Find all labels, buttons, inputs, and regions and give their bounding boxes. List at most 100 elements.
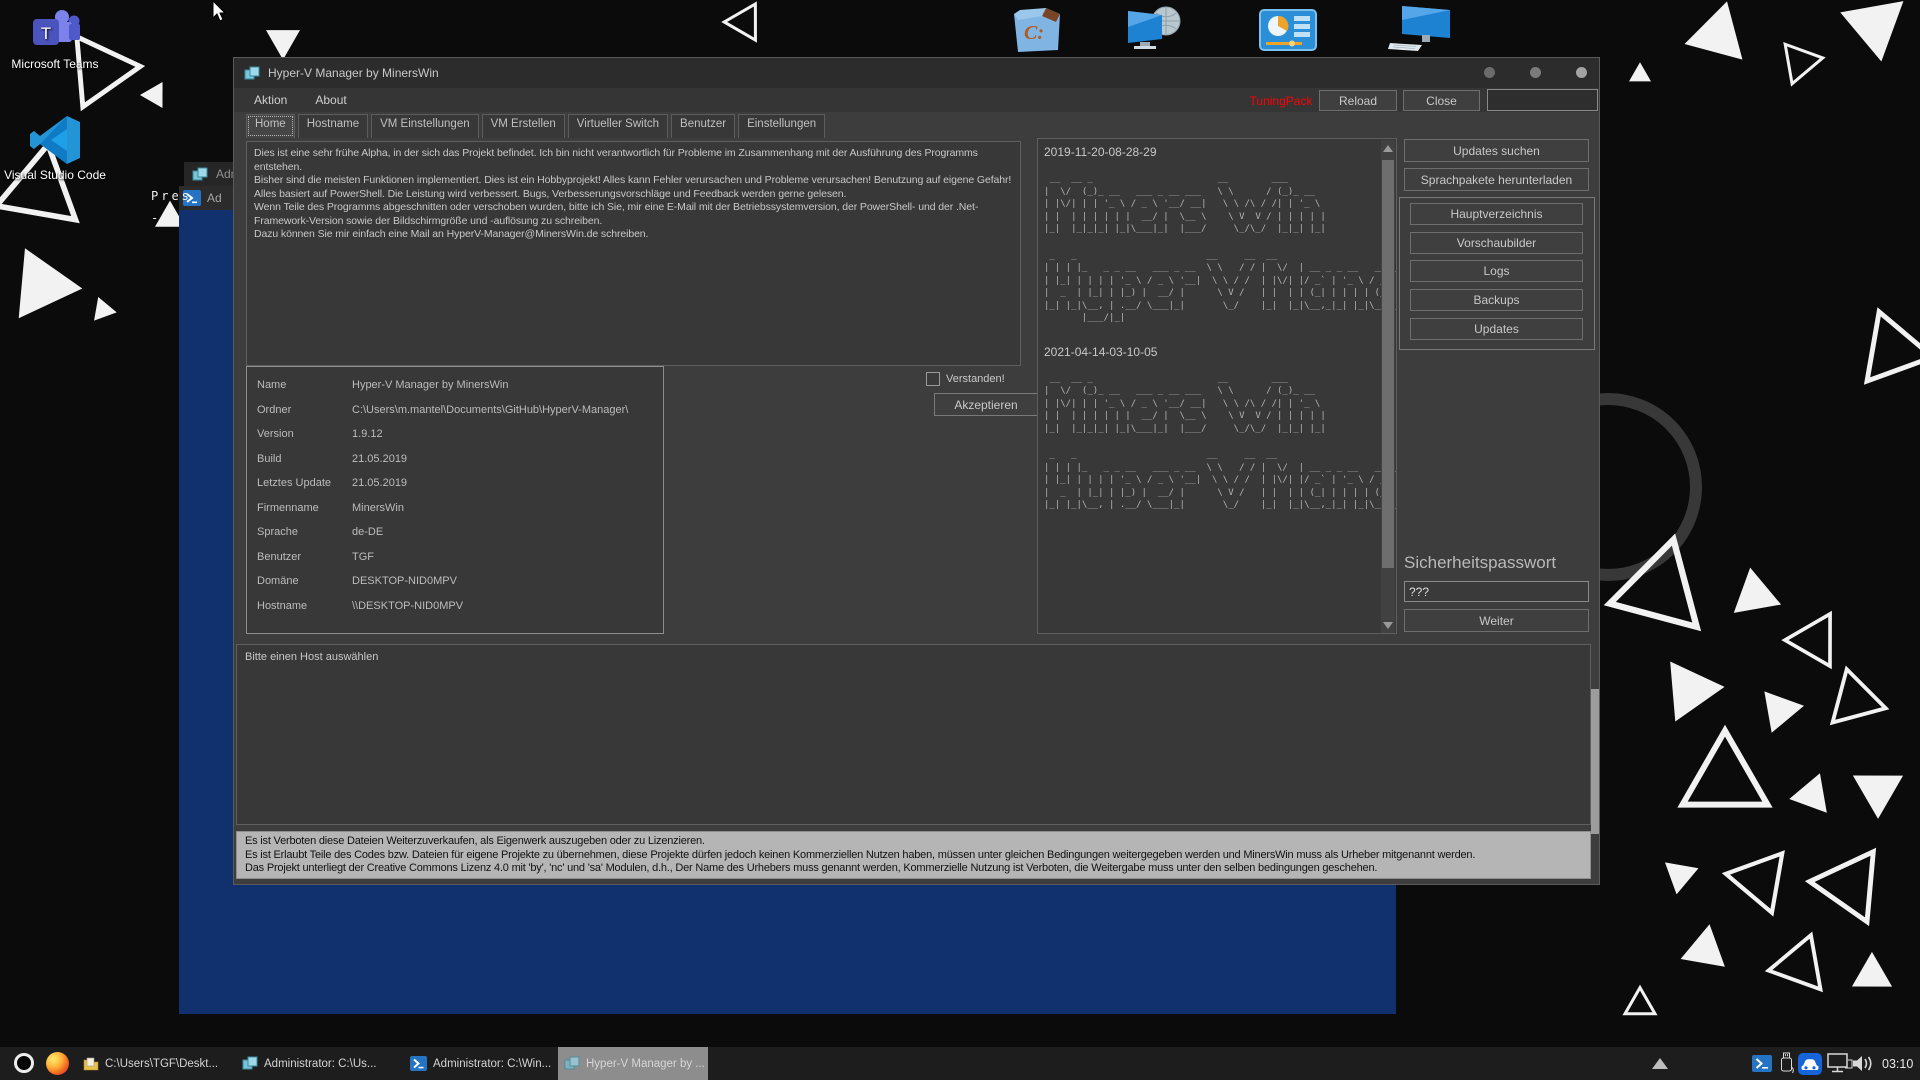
tray-volume-icon[interactable] bbox=[1851, 1047, 1875, 1080]
tab-virtueller-switch[interactable]: Virtueller Switch bbox=[568, 114, 668, 138]
scroll-up-icon[interactable] bbox=[1383, 145, 1393, 152]
console-text-fragment-2: - bbox=[151, 211, 158, 225]
license-text: Es ist Verboten diese Dateien Weiterzuve… bbox=[236, 831, 1591, 879]
taskbar-button-explorer[interactable]: C:\Users\TGF\Deskt... bbox=[77, 1047, 227, 1080]
changelog-timestamp: 2019-11-20-08-28-29 bbox=[1044, 145, 1374, 159]
chocolatey-icon: C: bbox=[1006, 4, 1068, 54]
row-label: Version bbox=[247, 428, 352, 440]
scrollbar-thumb[interactable] bbox=[1382, 160, 1394, 568]
window-dot-button-3[interactable] bbox=[1576, 67, 1587, 78]
table-row: NameHyper-V Manager by MinersWin bbox=[247, 373, 663, 398]
ascii-art-manager: _ _ __ __ __ | | | |_ _ _ __ ___ _ __ \ … bbox=[1044, 250, 1374, 325]
logs-button[interactable]: Logs bbox=[1410, 260, 1583, 282]
ascii-art-minerswin: __ __ _ __ ___ | \/ (_)_ __ ___ _ __ ___… bbox=[1044, 373, 1374, 436]
row-value: Hyper-V Manager by MinersWin bbox=[352, 379, 509, 391]
desktop-icon-this-pc[interactable] bbox=[1388, 4, 1454, 52]
sprachpakete-button[interactable]: Sprachpakete herunterladen bbox=[1404, 168, 1589, 191]
toolbar-textbox[interactable] bbox=[1487, 89, 1598, 111]
hyperv-icon bbox=[564, 1056, 580, 1071]
taskbar: C:\Users\TGF\Deskt... Administrator: C:\… bbox=[0, 1047, 1920, 1080]
desktop-icon-label: Visual Studio Code bbox=[0, 168, 110, 182]
changelog-scrollbar[interactable] bbox=[1381, 140, 1395, 634]
table-row: FirmennameMinersWin bbox=[247, 496, 663, 521]
table-row: Build21.05.2019 bbox=[247, 447, 663, 472]
desktop-icon-network[interactable] bbox=[1122, 4, 1188, 52]
table-row: Hostname\\DESKTOP-NID0MPV bbox=[247, 594, 663, 619]
reload-button[interactable]: Reload bbox=[1319, 90, 1397, 111]
sicherheitspasswort-input[interactable] bbox=[1404, 581, 1589, 602]
tab-vm-einstellungen[interactable]: VM Einstellungen bbox=[371, 114, 479, 138]
desktop-icon-chocolatey[interactable]: C: bbox=[1006, 4, 1068, 54]
taskbar-button-label: C:\Users\TGF\Deskt... bbox=[105, 1058, 218, 1070]
taskbar-button-label: Administrator: C:\Win... bbox=[433, 1058, 551, 1070]
row-value: DESKTOP-NID0MPV bbox=[352, 575, 457, 587]
tray-powershell-icon[interactable] bbox=[1752, 1047, 1772, 1080]
row-label: Name bbox=[247, 379, 352, 391]
taskbar-button-console-1[interactable]: Administrator: C:\Us... bbox=[236, 1047, 394, 1080]
show-hidden-icons-button[interactable] bbox=[1652, 1047, 1668, 1080]
menu-aktion[interactable]: Aktion bbox=[240, 93, 301, 107]
network-globe-icon bbox=[1122, 4, 1188, 52]
taskbar-clock[interactable]: 03:10 bbox=[1882, 1047, 1913, 1080]
directories-groupbox: Hauptverzeichnis Vorschaubilder Logs Bac… bbox=[1399, 197, 1595, 350]
tab-einstellungen[interactable]: Einstellungen bbox=[738, 114, 825, 138]
window-dot-button-2[interactable] bbox=[1530, 67, 1541, 78]
tray-usb-icon[interactable] bbox=[1779, 1047, 1794, 1080]
tray-remote-app-icon[interactable] bbox=[1798, 1047, 1822, 1080]
menu-about[interactable]: About bbox=[301, 93, 360, 107]
window-title: Hyper-V Manager by MinersWin bbox=[268, 66, 439, 80]
scroll-down-icon[interactable] bbox=[1383, 622, 1393, 629]
tab-benutzer[interactable]: Benutzer bbox=[671, 114, 735, 138]
start-button[interactable] bbox=[14, 1053, 34, 1073]
tab-hostname[interactable]: Hostname bbox=[298, 114, 368, 138]
taskbar-button-hyperv-manager[interactable]: Hyper-V Manager by ... bbox=[558, 1047, 708, 1080]
updates-button[interactable]: Updates bbox=[1410, 318, 1583, 340]
desktop-icon-vscode[interactable]: Visual Studio Code bbox=[0, 115, 110, 182]
tab-vm-erstellen[interactable]: VM Erstellen bbox=[482, 114, 565, 138]
tab-home[interactable]: Home bbox=[246, 114, 295, 138]
backups-button[interactable]: Backups bbox=[1410, 289, 1583, 311]
window-dot-button-1[interactable] bbox=[1484, 67, 1495, 78]
row-label: Domäne bbox=[247, 575, 352, 587]
changelog-timestamp: 2021-04-14-03-10-05 bbox=[1044, 345, 1374, 359]
row-label: Build bbox=[247, 453, 352, 465]
table-row: OrdnerC:\Users\m.mantel\Documents\GitHub… bbox=[247, 398, 663, 423]
host-panel-scrollbar[interactable] bbox=[1591, 689, 1599, 834]
row-value: 21.05.2019 bbox=[352, 453, 407, 465]
desktop: T Microsoft Teams Visual Studio Code C: bbox=[0, 0, 1920, 1080]
row-label: Letztes Update bbox=[247, 477, 352, 489]
table-row: Letztes Update21.05.2019 bbox=[247, 471, 663, 496]
firefox-icon[interactable] bbox=[46, 1052, 69, 1075]
about-table: NameHyper-V Manager by MinersWin OrdnerC… bbox=[246, 366, 664, 634]
taskbar-button-powershell[interactable]: Administrator: C:\Win... bbox=[404, 1047, 553, 1080]
ascii-art-minerswin: __ __ _ __ ___ | \/ (_)_ __ ___ _ __ ___… bbox=[1044, 173, 1374, 236]
tuningpack-button[interactable]: TuningPack bbox=[1246, 91, 1316, 110]
akzeptieren-button[interactable]: Akzeptieren bbox=[934, 393, 1038, 416]
hauptverzeichnis-button[interactable]: Hauptverzeichnis bbox=[1410, 203, 1583, 225]
row-value: de-DE bbox=[352, 526, 383, 538]
desktop-icon-teams[interactable]: T Microsoft Teams bbox=[0, 8, 110, 71]
row-label: Benutzer bbox=[247, 551, 352, 563]
row-label: Firmenname bbox=[247, 502, 352, 514]
hyperv-app-icon bbox=[244, 66, 260, 81]
updates-suchen-button[interactable]: Updates suchen bbox=[1404, 139, 1589, 162]
tray-network-icon[interactable] bbox=[1827, 1047, 1854, 1080]
row-value: TGF bbox=[352, 551, 374, 563]
powershell-console-title: Ad bbox=[207, 191, 222, 205]
close-button[interactable]: Close bbox=[1403, 90, 1480, 111]
weiter-button[interactable]: Weiter bbox=[1404, 609, 1589, 632]
row-label: Sprache bbox=[247, 526, 352, 538]
mouse-cursor bbox=[212, 1, 230, 25]
verstanden-checkbox[interactable] bbox=[926, 372, 940, 386]
vorschaubilder-button[interactable]: Vorschaubilder bbox=[1410, 232, 1583, 254]
svg-text:T: T bbox=[41, 24, 51, 43]
host-panel-message: Bitte einen Host auswählen bbox=[237, 645, 1590, 669]
desktop-icon-label: Microsoft Teams bbox=[0, 57, 110, 71]
desktop-icon-control-panel[interactable] bbox=[1258, 8, 1318, 52]
visual-studio-code-icon bbox=[0, 115, 110, 165]
microsoft-teams-icon: T bbox=[0, 8, 110, 54]
host-list-panel[interactable]: Bitte einen Host auswählen bbox=[236, 644, 1591, 825]
row-value: 21.05.2019 bbox=[352, 477, 407, 489]
window-titlebar[interactable]: Hyper-V Manager by MinersWin bbox=[234, 58, 1599, 88]
control-panel-icon bbox=[1258, 8, 1318, 52]
